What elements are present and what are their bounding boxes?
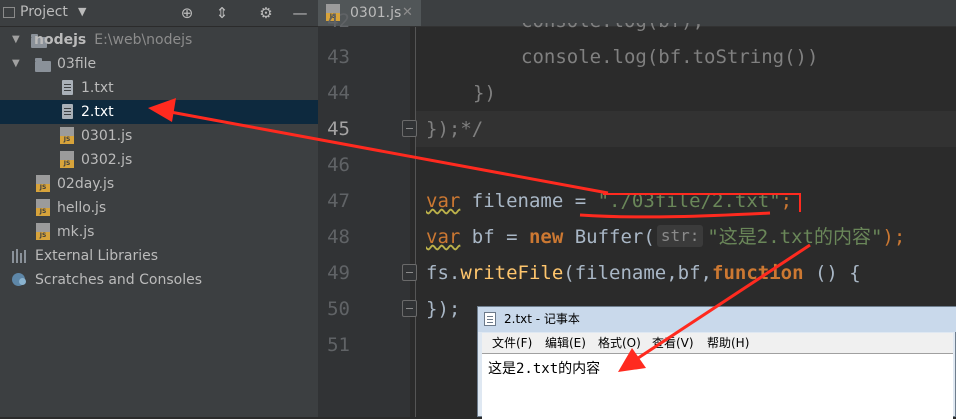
expand-arrow-icon[interactable]: ▼ bbox=[12, 28, 20, 52]
code-function: writeFile bbox=[460, 262, 564, 284]
expand-arrow-icon[interactable]: ▼ bbox=[12, 52, 20, 76]
menu-help[interactable]: 帮助(H) bbox=[707, 333, 749, 353]
locate-file-icon[interactable]: ⊕ bbox=[177, 3, 197, 23]
line-number: 50 bbox=[327, 298, 350, 320]
tree-item-external-libraries[interactable]: External Libraries bbox=[0, 244, 318, 268]
line-number-current: 45 bbox=[327, 118, 350, 140]
current-line-highlight bbox=[416, 111, 956, 147]
code-line: console.log(bf.toString()) bbox=[521, 46, 819, 68]
tree-item-label: 2.txt bbox=[81, 104, 114, 120]
js-file-icon bbox=[60, 127, 74, 144]
js-file-icon bbox=[60, 151, 74, 168]
code-line-49: fs.writeFile(filename,bf,function () { bbox=[426, 255, 861, 291]
text-file-icon bbox=[62, 104, 73, 119]
notepad-text-area[interactable]: 这是2.txt的内容 bbox=[482, 353, 953, 419]
tree-item-hello-js[interactable]: hello.js bbox=[0, 196, 318, 220]
line-number: 48 bbox=[327, 226, 350, 248]
tree-item-1-txt[interactable]: 1.txt bbox=[0, 76, 318, 100]
code-punct: ; bbox=[780, 190, 793, 212]
tab-label: 0301.js bbox=[350, 5, 402, 21]
notepad-menu-bar: 文件(F) 编辑(E) 格式(O) 查看(V) 帮助(H) bbox=[482, 333, 953, 353]
code-punct: ); bbox=[882, 226, 906, 248]
code-line: });*/ bbox=[426, 118, 484, 140]
tree-item-label: 0301.js bbox=[81, 128, 133, 144]
tree-item-0301-js[interactable]: 0301.js bbox=[0, 124, 318, 148]
js-file-icon bbox=[36, 175, 50, 192]
code-identifier: filename = bbox=[460, 190, 598, 212]
tree-item-nodejs[interactable]: ▼ nodejs E:\web\nodejs bbox=[0, 28, 318, 52]
line-number: 51 bbox=[327, 334, 350, 356]
code-line-48: var bf = new Buffer(str: "这是2.txt的内容"); bbox=[426, 219, 905, 255]
tree-item-0302-js[interactable]: 0302.js bbox=[0, 148, 318, 172]
code-keyword: var bbox=[426, 190, 461, 212]
menu-edit[interactable]: 编辑(E) bbox=[545, 333, 586, 353]
project-panel-title[interactable]: Project bbox=[20, 4, 68, 20]
folder-icon bbox=[35, 58, 51, 72]
fold-marker-icon[interactable] bbox=[402, 264, 417, 281]
fold-marker-icon[interactable] bbox=[402, 120, 417, 137]
tree-item-label: 1.txt bbox=[81, 80, 114, 96]
code-line-47: var filename = "./03file/2.txt"; bbox=[426, 183, 792, 219]
code-identifier: () { bbox=[803, 262, 861, 284]
menu-file[interactable]: 文件(F) bbox=[492, 333, 532, 353]
line-number: 44 bbox=[327, 82, 350, 104]
js-file-icon bbox=[36, 223, 50, 240]
code-string: "这是2.txt的内容" bbox=[707, 226, 883, 248]
code-keyword: var bbox=[426, 226, 461, 248]
tree-item-path: E:\web\nodejs bbox=[94, 32, 193, 48]
parameter-hint: str: bbox=[656, 225, 704, 247]
tree-item-scratches[interactable]: Scratches and Consoles bbox=[0, 268, 318, 292]
line-number: 47 bbox=[327, 190, 350, 212]
scratches-icon bbox=[12, 273, 26, 286]
tree-item-label: nodejs bbox=[34, 32, 87, 48]
js-file-icon bbox=[36, 199, 50, 216]
tree-item-2-txt[interactable]: 2.txt bbox=[0, 100, 318, 124]
line-number: 46 bbox=[327, 154, 350, 176]
code-keyword: function bbox=[712, 262, 804, 284]
close-icon[interactable]: ✕ bbox=[402, 0, 413, 26]
libraries-icon bbox=[12, 249, 26, 263]
menu-view[interactable]: 查看(V) bbox=[652, 333, 694, 353]
tree-item-02day-js[interactable]: 02day.js bbox=[0, 172, 318, 196]
notepad-icon bbox=[484, 312, 496, 326]
code-string: "./03file/2.txt" bbox=[597, 190, 781, 212]
line-number: 42 bbox=[327, 10, 350, 32]
code-identifier: Buffer( bbox=[563, 226, 655, 248]
code-identifier: fs. bbox=[426, 262, 461, 284]
code-line: }); bbox=[426, 298, 461, 320]
notepad-content: 这是2.txt的内容 bbox=[488, 361, 601, 377]
tree-item-mk-js[interactable]: mk.js bbox=[0, 220, 318, 244]
collapse-all-icon[interactable]: ⇕ bbox=[212, 3, 232, 23]
line-number: 49 bbox=[327, 262, 350, 284]
notepad-title-bar[interactable]: 2.txt - 记事本 bbox=[478, 307, 956, 332]
chevron-down-icon[interactable]: ▼ bbox=[78, 5, 86, 18]
tree-item-label: External Libraries bbox=[35, 248, 158, 264]
tree-item-label: 02day.js bbox=[57, 176, 115, 192]
notepad-title: 2.txt - 记事本 bbox=[504, 312, 580, 326]
code-line: }) bbox=[473, 82, 496, 104]
project-icon bbox=[3, 7, 15, 18]
editor-tab-bar: 0301.js ✕ bbox=[318, 0, 956, 27]
tree-item-label: Scratches and Consoles bbox=[35, 272, 202, 288]
tree-item-label: 0302.js bbox=[81, 152, 133, 168]
project-panel-header: Project ▼ ⊕ ⇕ ⚙ — bbox=[0, 0, 318, 27]
code-identifier: (filename,bf, bbox=[563, 262, 712, 284]
tree-item-03file[interactable]: ▼ 03file bbox=[0, 52, 318, 76]
tree-item-label: mk.js bbox=[57, 224, 95, 240]
project-panel: Project ▼ ⊕ ⇕ ⚙ — ▼ nodejs E:\web\nodejs … bbox=[0, 0, 318, 417]
tree-item-label: hello.js bbox=[57, 200, 107, 216]
text-file-icon bbox=[62, 80, 73, 95]
fold-marker-icon[interactable] bbox=[402, 300, 417, 317]
tree-item-label: 03file bbox=[57, 56, 97, 72]
code-keyword: new bbox=[528, 226, 564, 248]
gear-icon[interactable]: ⚙ bbox=[256, 3, 276, 23]
code-identifier: bf = bbox=[460, 226, 529, 248]
line-number: 43 bbox=[327, 46, 350, 68]
notepad-window[interactable]: 2.txt - 记事本 文件(F) 编辑(E) 格式(O) 查看(V) 帮助(H… bbox=[477, 306, 956, 419]
hide-panel-icon[interactable]: — bbox=[290, 3, 310, 23]
menu-format[interactable]: 格式(O) bbox=[598, 333, 641, 353]
gutter-divider bbox=[415, 27, 416, 417]
